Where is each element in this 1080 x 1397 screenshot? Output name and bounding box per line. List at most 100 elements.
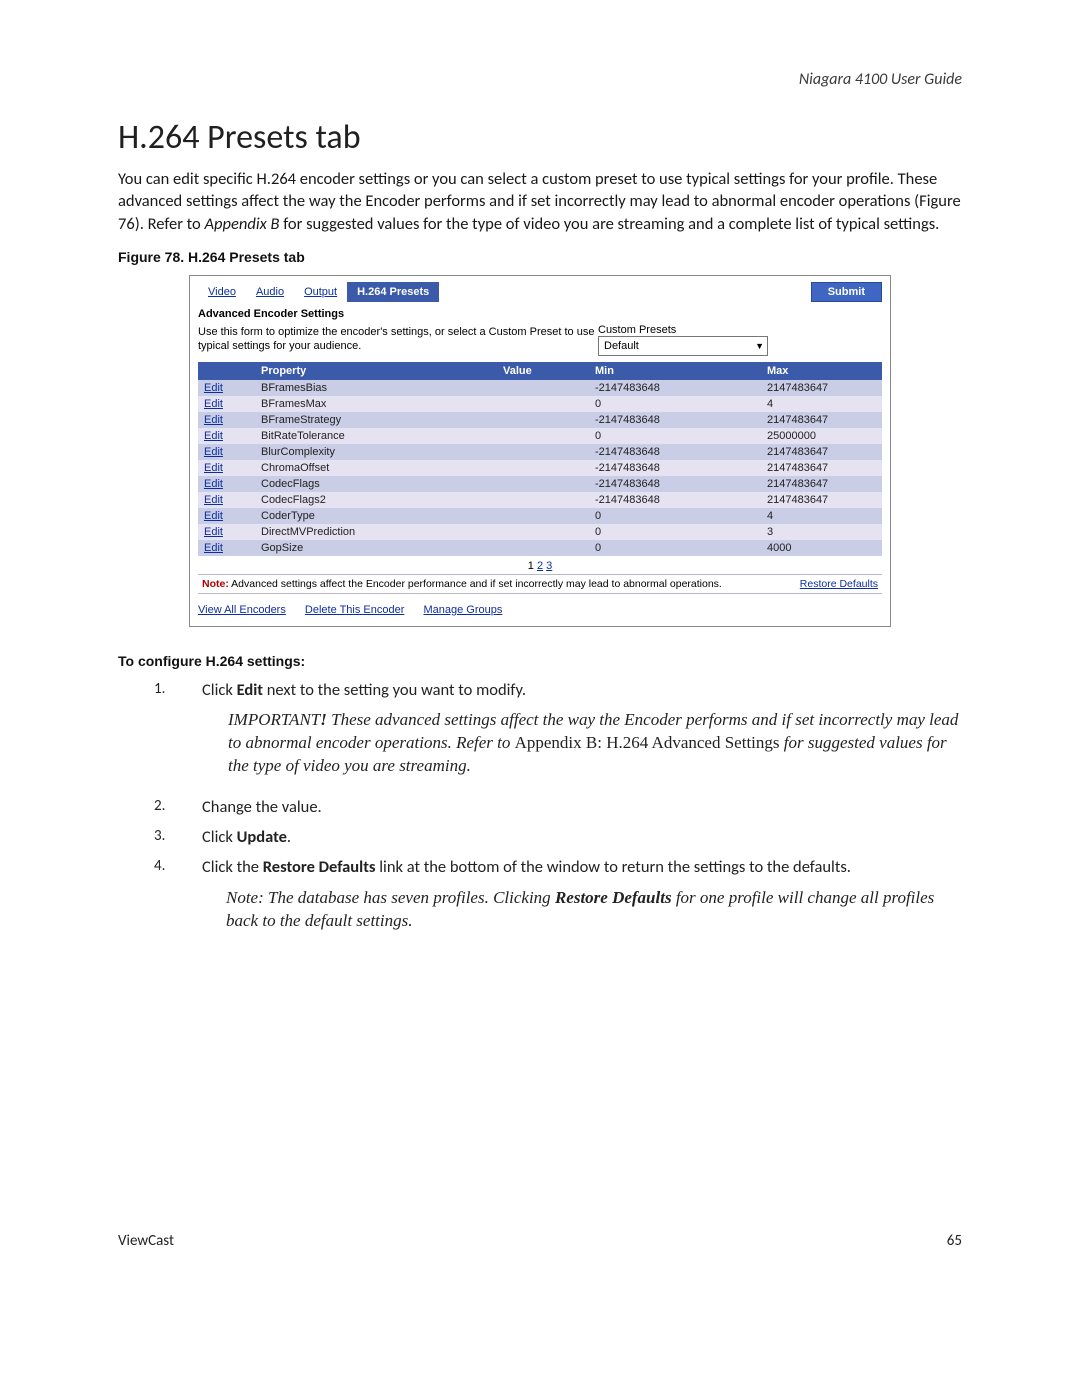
edit-link[interactable]: Edit [204,414,223,426]
val-cell [497,476,589,492]
step-text2: link at the bottom of the window to retu… [376,857,851,877]
step-3: 3. Click Update. [154,826,962,848]
step-text: Click [202,827,237,847]
step-text2: next to the setting you want to modify. [263,680,526,700]
tab-h264-presets[interactable]: H.264 Presets [347,282,439,302]
custom-presets-label: Custom Presets [598,324,688,336]
table-row: EditBitRateTolerance025000000 [198,428,882,444]
note-label: Note: [202,578,229,590]
min-cell: 0 [589,540,761,556]
val-cell [497,444,589,460]
footer-right: 65 [947,1232,962,1250]
properties-table: Property Value Min Max EditBFramesBias-2… [198,362,882,556]
step-num: 2. [154,796,202,818]
edit-link[interactable]: Edit [204,478,223,490]
max-cell: 2147483647 [761,492,882,508]
restore-defaults-link[interactable]: Restore Defaults [800,578,878,590]
edit-link[interactable]: Edit [204,462,223,474]
prop-cell: DirectMVPrediction [255,524,497,540]
edit-link[interactable]: Edit [204,446,223,458]
edit-link[interactable]: Edit [204,542,223,554]
edit-link[interactable]: Edit [204,382,223,394]
tab-video[interactable]: Video [198,282,246,302]
step4-note: Note: The database has seven profiles. C… [226,887,962,933]
max-cell: 4000 [761,540,882,556]
step-num: 1. [154,679,202,788]
link-view-all-encoders[interactable]: View All Encoders [198,604,286,616]
intro-c: for suggested values for the type of vid… [279,214,939,234]
running-header: Niagara 4100 User Guide [118,70,962,89]
tab-bar: Video Audio Output H.264 Presets Submit [190,276,890,306]
table-row: EditBFramesMax04 [198,396,882,412]
intro-paragraph: You can edit specific H.264 encoder sett… [118,168,962,235]
table-row: EditGopSize04000 [198,540,882,556]
table-row: EditChromaOffset-21474836482147483647 [198,460,882,476]
step-num: 4. [154,856,202,942]
page-1: 1 [528,560,534,572]
edit-link[interactable]: Edit [204,494,223,506]
prop-cell: CoderType [255,508,497,524]
prop-cell: BitRateTolerance [255,428,497,444]
val-cell [497,460,589,476]
val-cell [497,524,589,540]
table-row: EditCoderType04 [198,508,882,524]
step-bold: Edit [237,680,263,700]
prop-cell: CodecFlags [255,476,497,492]
max-cell: 2147483647 [761,412,882,428]
link-delete-this-encoder[interactable]: Delete This Encoder [305,604,404,616]
val-cell [497,492,589,508]
pager: 1 2 3 [190,556,890,574]
table-row: EditBFrameStrategy-21474836482147483647 [198,412,882,428]
custom-presets-select[interactable]: Default ▼ [598,336,768,356]
step-1: 1. Click Edit next to the setting you wa… [154,679,962,788]
max-cell: 2147483647 [761,460,882,476]
val-cell [497,540,589,556]
min-cell: -2147483648 [589,492,761,508]
table-row: Edit CodecFlags2 -21474836482147483647 [198,492,882,508]
edit-link[interactable]: Edit [204,510,223,522]
step-bold: Update [237,827,287,847]
page-2[interactable]: 2 [537,560,543,572]
step-text2: . [287,827,291,847]
step-text: Change the value. [202,796,962,818]
edit-link[interactable]: Edit [204,430,223,442]
steps-list: 1. Click Edit next to the setting you wa… [154,679,962,943]
step-text: Click the [202,857,263,877]
table-row: Edit DirectMVPrediction 03 [198,524,882,540]
max-cell: 3 [761,524,882,540]
page-3[interactable]: 3 [546,560,552,572]
col-edit [198,362,255,380]
note-a: Note: The database has seven profiles. C… [226,888,555,907]
prop-cell: BFramesMax [255,396,497,412]
min-cell: -2147483648 [589,380,761,396]
chevron-down-icon: ▼ [755,341,764,351]
prop-cell: CodecFlags2 [255,492,497,508]
note-text: Advanced settings affect the Encoder per… [229,578,722,590]
step-num: 3. [154,826,202,848]
prop-cell: BFramesBias [255,380,497,396]
section-title: Advanced Encoder Settings [190,306,890,322]
page-title: H.264 Presets tab [118,117,962,158]
important-exc: ! [320,710,327,729]
min-cell: -2147483648 [589,460,761,476]
max-cell: 4 [761,396,882,412]
submit-button[interactable]: Submit [811,282,882,302]
note-bar: Note: Advanced settings affect the Encod… [198,574,882,594]
link-manage-groups[interactable]: Manage Groups [423,604,502,616]
tab-output[interactable]: Output [294,282,347,302]
val-cell [497,428,589,444]
col-value: Value [497,362,589,380]
min-cell: 0 [589,524,761,540]
val-cell [497,396,589,412]
edit-link[interactable]: Edit [204,398,223,410]
edit-link[interactable]: Edit [204,526,223,538]
important-link: Appendix B: H.264 Advanced Settings [515,733,780,752]
table-row: EditBlurComplexity-21474836482147483647 [198,444,882,460]
important-note: IMPORTANT! These advanced settings affec… [228,709,962,778]
min-cell: 0 [589,428,761,444]
tab-audio[interactable]: Audio [246,282,294,302]
step-4: 4. Click the Restore Defaults link at th… [154,856,962,942]
col-max: Max [761,362,882,380]
max-cell: 2147483647 [761,380,882,396]
form-description: Use this form to optimize the encoder's … [198,326,598,354]
